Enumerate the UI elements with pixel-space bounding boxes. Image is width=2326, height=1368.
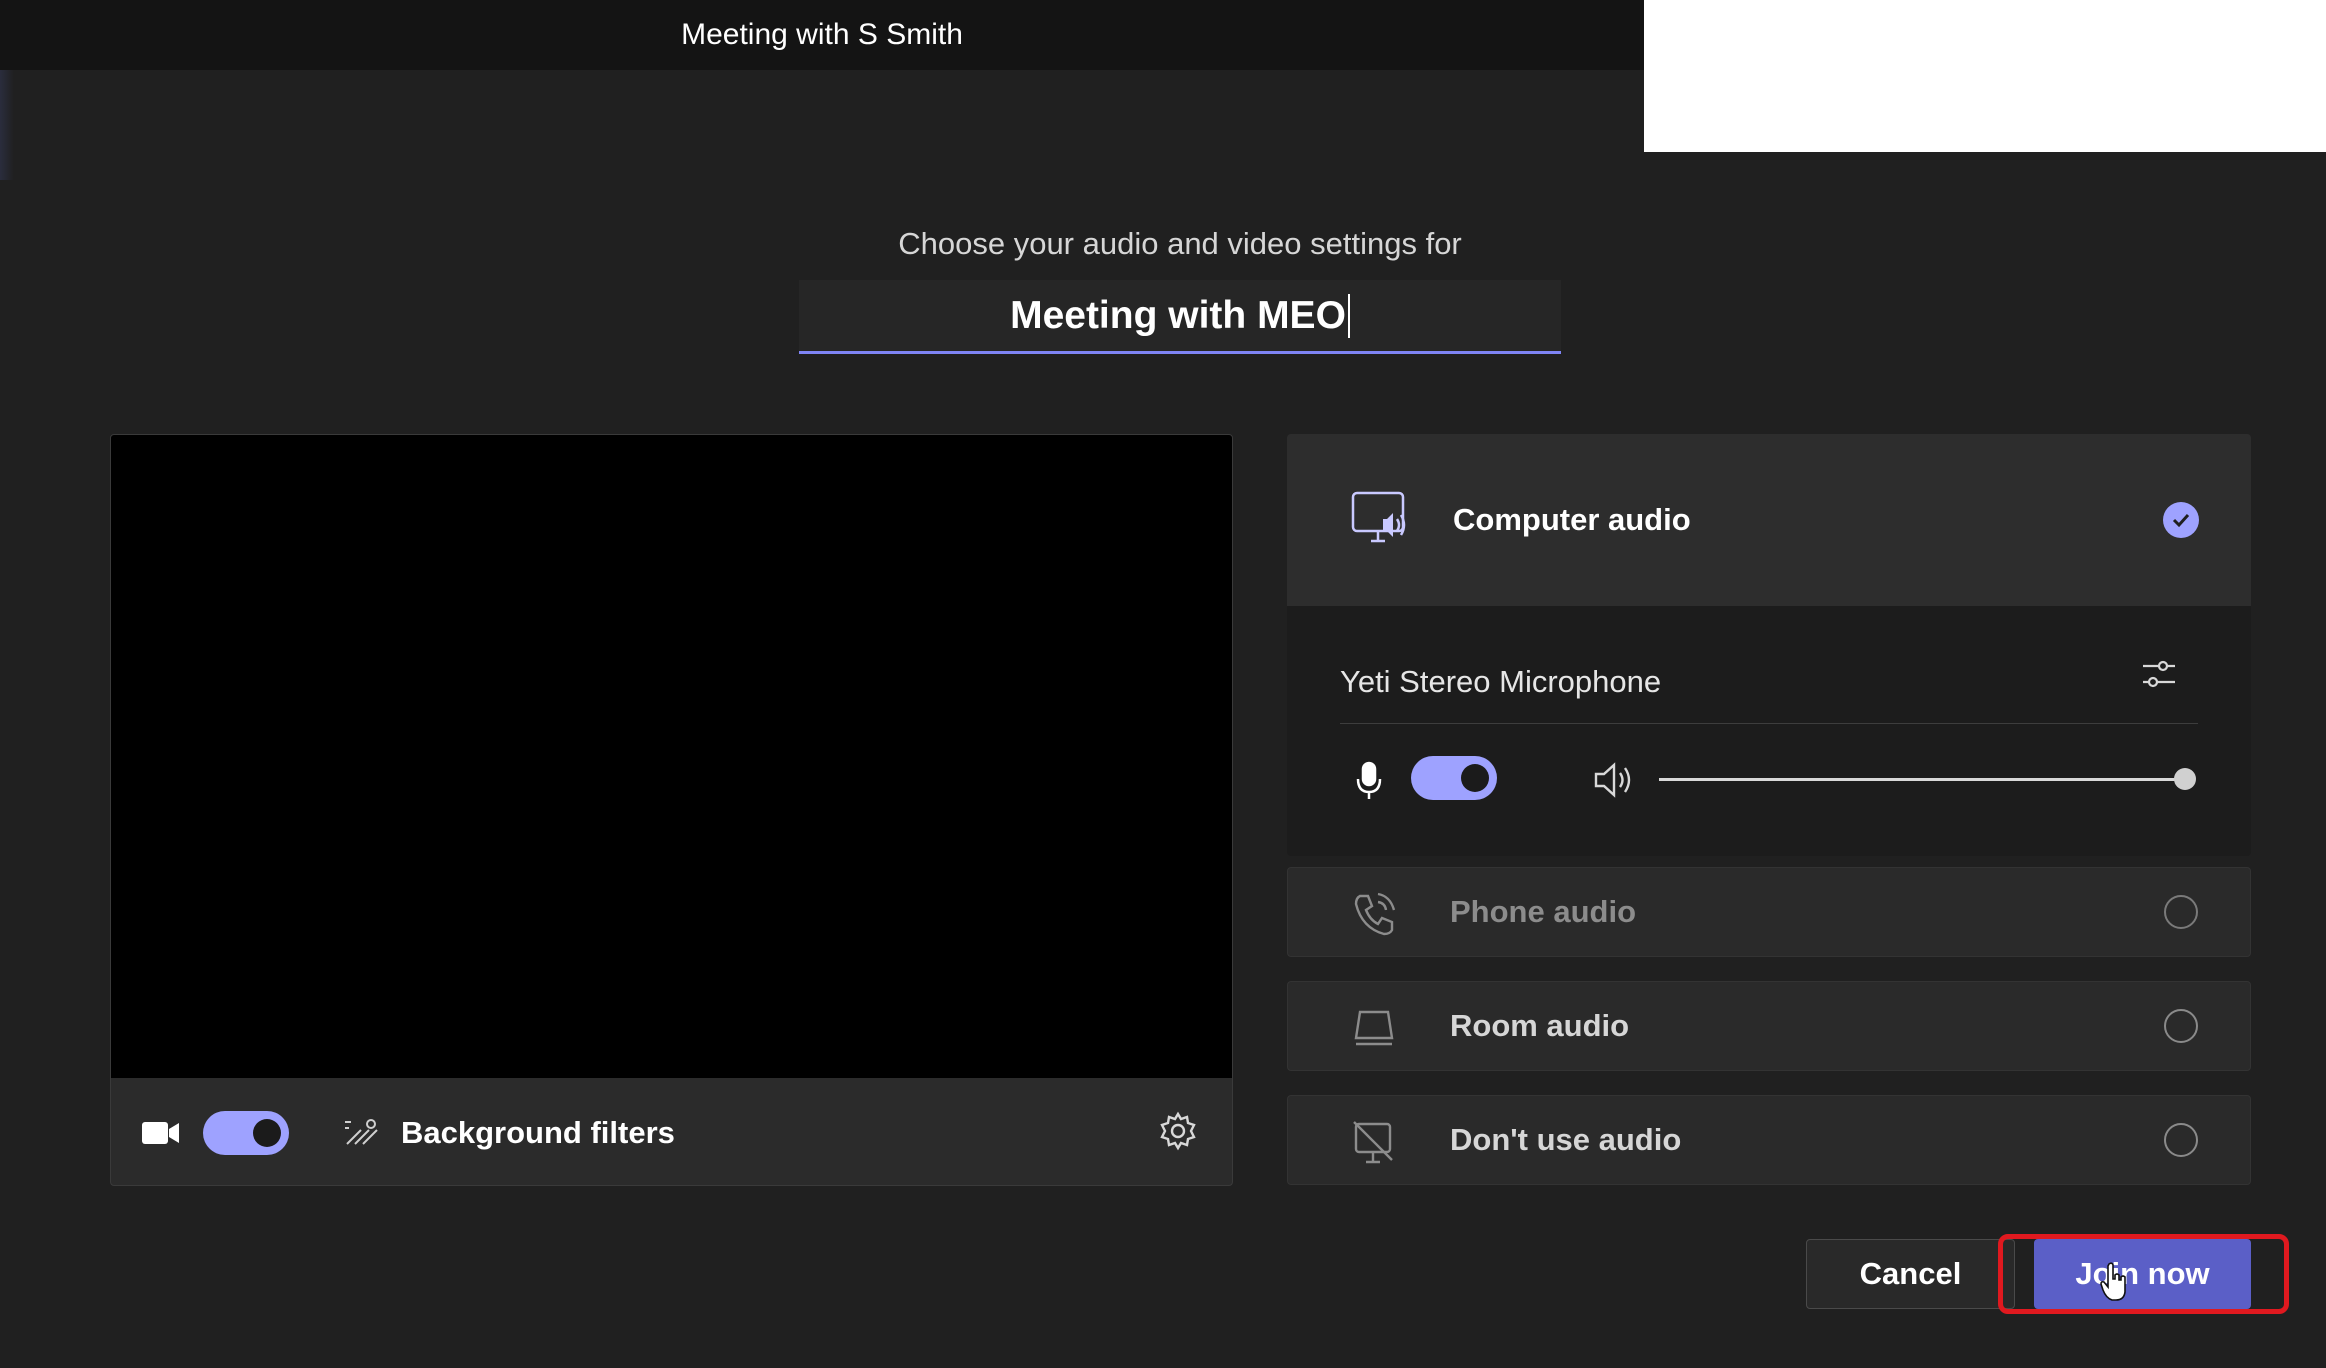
gear-icon[interactable] <box>1158 1111 1198 1151</box>
camera-toggle[interactable] <box>203 1110 289 1155</box>
audio-device-settings: Yeti Stereo Microphone <box>1287 606 2251 856</box>
room-audio-icon <box>1350 1006 1398 1055</box>
join-now-button[interactable]: Join now <box>2034 1239 2251 1309</box>
video-controls: Background filters <box>111 1078 1232 1185</box>
phone-audio-icon <box>1350 890 1398 943</box>
no-audio-radio[interactable] <box>2164 1123 2198 1157</box>
volume-slider-thumb[interactable] <box>2174 768 2196 790</box>
no-audio-option[interactable]: Don't use audio <box>1287 1095 2251 1185</box>
selected-check-icon <box>2163 502 2199 538</box>
white-overlay-region <box>1644 0 2326 152</box>
window-title: Meeting with S Smith <box>681 18 963 51</box>
title-bar: Meeting with S Smith <box>0 0 1644 70</box>
meeting-name-field[interactable]: Meeting with MEO <box>799 280 1561 354</box>
no-audio-label: Don't use audio <box>1450 1122 1682 1157</box>
cancel-button[interactable]: Cancel <box>1806 1239 2015 1309</box>
room-audio-label: Room audio <box>1450 1008 1630 1043</box>
prejoin-subtitle: Choose your audio and video settings for <box>898 226 1462 261</box>
microphone-name[interactable]: Yeti Stereo Microphone <box>1340 664 1661 700</box>
no-audio-icon <box>1350 1118 1398 1171</box>
computer-audio-label: Computer audio <box>1453 502 1691 537</box>
microphone-toggle[interactable] <box>1411 756 1497 800</box>
window-edge <box>0 70 14 180</box>
video-camera-icon <box>141 1119 181 1147</box>
phone-audio-option[interactable]: Phone audio <box>1287 867 2251 957</box>
phone-audio-radio[interactable] <box>2164 895 2198 929</box>
meeting-name-text: Meeting with MEO <box>1010 293 1346 337</box>
microphone-icon <box>1354 761 1384 801</box>
room-audio-radio[interactable] <box>2164 1009 2198 1043</box>
video-panel: Background filters <box>110 434 1233 1186</box>
volume-slider-track[interactable] <box>1659 778 2179 781</box>
phone-audio-label: Phone audio <box>1450 894 1636 929</box>
text-caret <box>1347 293 1350 338</box>
hand-cursor-icon <box>2100 1262 2130 1307</box>
computer-audio-option[interactable]: Computer audio <box>1287 434 2251 606</box>
background-filters-label[interactable]: Background filters <box>401 1115 675 1151</box>
sliders-icon[interactable] <box>2139 654 2179 694</box>
prejoin-screen: Meeting with S Smith Choose your audio a… <box>0 0 2326 1368</box>
speaker-icon <box>1592 760 1634 800</box>
video-preview <box>111 435 1232 1078</box>
room-audio-option[interactable]: Room audio <box>1287 981 2251 1071</box>
divider <box>1340 723 2198 724</box>
background-filters-icon[interactable] <box>343 1118 381 1148</box>
volume-slider-fill <box>1659 778 2179 781</box>
computer-audio-icon <box>1349 489 1411 556</box>
